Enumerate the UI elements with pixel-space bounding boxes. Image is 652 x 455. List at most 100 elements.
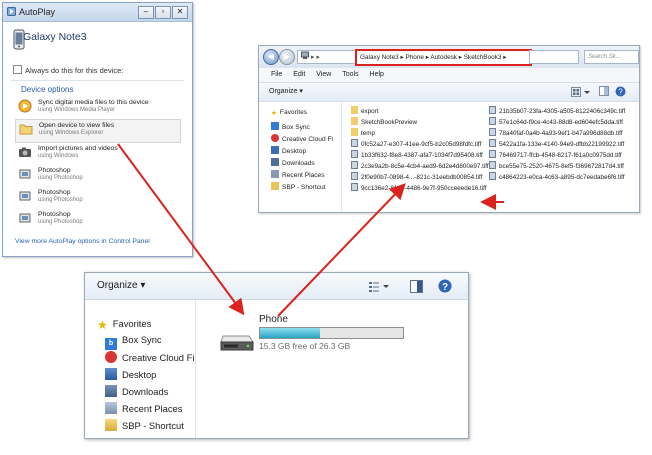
- folder-icon: [105, 419, 117, 431]
- list-item[interactable]: 21b35b07-23fa-4305-a505-8122406c349c.tif…: [489, 106, 625, 115]
- nav-box-sync[interactable]: Box Sync: [271, 122, 310, 131]
- menu-view[interactable]: View: [316, 71, 331, 78]
- tiff-file-icon: [351, 172, 358, 180]
- menu-tools[interactable]: Tools: [342, 71, 358, 78]
- nav-label: Box Sync: [282, 124, 310, 131]
- list-item[interactable]: 2c3e9a2b-8c5e-4cb4-aed9-6d2e4d800e97.tif…: [351, 161, 489, 170]
- menu-bar: File Edit View Tools Help: [259, 68, 639, 82]
- file-name: 1b33f632-f8e8-4387-afa7-1034f7d95408.tif…: [361, 152, 483, 159]
- help-icon[interactable]: ?: [615, 86, 626, 97]
- list-item[interactable]: 2f0e90b7-0898-4...-821c-31eebdb00854.tif…: [351, 172, 482, 181]
- svg-text:?: ?: [618, 88, 623, 97]
- nav-label: Downloads: [282, 160, 315, 167]
- tiff-file-icon: [489, 161, 496, 169]
- explorer-window-sketchbook: ◀ ▶ ▸ ▸ Galaxy Note3 ▸ Phone ▸ Autodesk …: [258, 45, 640, 213]
- nav-sbp-shortcut[interactable]: SBP - Shortcut: [105, 419, 184, 431]
- list-item[interactable]: bce55e75-2520-4675-8ef5-f369672817d4.tif…: [489, 161, 624, 170]
- list-item[interactable]: SketchBookPreview: [351, 117, 417, 126]
- option-photoshop-2[interactable]: Photoshop using Photoshop: [15, 187, 179, 209]
- nav-downloads[interactable]: Downloads: [271, 158, 315, 167]
- list-item[interactable]: 57e1c64d-f9ce-4c43-88d8-ed604efc5dda.tif…: [489, 117, 623, 126]
- organize-label: Organize: [97, 280, 138, 291]
- nav-recent-places[interactable]: Recent Places: [105, 402, 182, 414]
- view-options-icon[interactable]: [368, 281, 390, 292]
- option-label: Sync digital media files to this device: [38, 99, 149, 106]
- list-item[interactable]: export: [351, 106, 379, 115]
- box-icon: [271, 122, 279, 130]
- option-photoshop-3[interactable]: Photoshop using Photoshop: [15, 209, 179, 231]
- nav-downloads[interactable]: Downloads: [105, 385, 168, 397]
- list-item[interactable]: 1b33f632-f8e8-4387-afa7-1034f7d95408.tif…: [351, 150, 483, 159]
- portable-drive-icon[interactable]: [219, 330, 255, 352]
- option-photoshop-1[interactable]: Photoshop using Photoshop: [15, 165, 179, 187]
- close-button[interactable]: ✕: [172, 6, 188, 19]
- autoplay-app-icon: [7, 7, 16, 16]
- list-item[interactable]: c4864223-e0ca-4c63-a895-dc7eedabe6f6.tif…: [489, 172, 625, 181]
- explorer-toolbar: Organize ▾ ?: [259, 82, 639, 102]
- nav-creative-cloud[interactable]: Creative Cloud Fi: [271, 134, 333, 143]
- option-sublabel: using Photoshop: [38, 175, 83, 181]
- option-import-pictures[interactable]: Import pictures and videos using Windows: [15, 143, 179, 165]
- desktop-icon: [105, 368, 117, 380]
- always-do-this-checkbox[interactable]: Always do this for this device:: [13, 65, 123, 75]
- nav-label: Recent Places: [122, 403, 183, 414]
- address-bar-dropdown[interactable]: [529, 50, 579, 64]
- folder-icon: [351, 128, 358, 136]
- menu-edit[interactable]: Edit: [293, 71, 305, 78]
- option-label: Photoshop: [38, 167, 71, 174]
- address-bar-prefix[interactable]: ▸ ▸: [297, 50, 359, 64]
- back-button[interactable]: ◀: [263, 49, 279, 65]
- tiff-file-icon: [489, 117, 496, 125]
- preview-pane-icon[interactable]: [410, 280, 423, 293]
- nav-desktop[interactable]: Desktop: [105, 368, 156, 380]
- option-open-device[interactable]: Open device to view files using Windows …: [15, 119, 181, 143]
- file-name: 0fc52a27-e307-41ee-9cf5-b2c05d98fdfc.tif…: [361, 141, 482, 148]
- preview-pane-icon[interactable]: [599, 86, 609, 96]
- view-options-icon[interactable]: [571, 87, 593, 97]
- list-item[interactable]: 5422a1fa-133e-4140-94e9-dfbb22199922.tif…: [489, 139, 624, 148]
- control-panel-link[interactable]: View more AutoPlay options in Control Pa…: [15, 238, 150, 245]
- nav-creative-cloud[interactable]: Creative Cloud Fi: [105, 351, 194, 363]
- organize-button[interactable]: Organize ▾: [97, 273, 145, 299]
- menu-help[interactable]: Help: [370, 71, 384, 78]
- navigation-bar: ◀ ▶ ▸ ▸ Galaxy Note3 ▸ Phone ▸ Autodesk …: [259, 46, 639, 69]
- forward-button[interactable]: ▶: [279, 49, 295, 65]
- nav-recent-places[interactable]: Recent Places: [271, 170, 325, 179]
- device-options-heading: Device options: [21, 85, 74, 94]
- list-item[interactable]: temp: [351, 128, 375, 137]
- checkbox-box[interactable]: [13, 65, 22, 74]
- menu-file[interactable]: File: [271, 71, 282, 78]
- option-sublabel: using Photoshop: [38, 219, 83, 225]
- list-item[interactable]: 78a40faf-0a4b-4a93-9ef1-b47a996d88db.tif…: [489, 128, 622, 137]
- explorer-toolbar: Organize ▾ ?: [85, 273, 468, 300]
- drive-name[interactable]: Phone: [259, 314, 288, 325]
- nav-sbp-shortcut[interactable]: SBP - Shortcut: [271, 182, 326, 191]
- creative-cloud-icon: [271, 134, 279, 142]
- nav-box-sync[interactable]: b Box Sync: [105, 334, 162, 350]
- nav-favorites[interactable]: ★ Favorites: [271, 109, 307, 117]
- nav-desktop[interactable]: Desktop: [271, 146, 306, 155]
- minimize-button[interactable]: –: [138, 6, 154, 19]
- tiff-file-icon: [489, 139, 496, 147]
- option-sync-media[interactable]: Sync digital media files to this device …: [15, 97, 179, 119]
- list-item[interactable]: 0fc52a27-e307-41ee-9cf5-b2c05d98fdfc.tif…: [351, 139, 481, 148]
- maximize-button[interactable]: ▫: [155, 6, 171, 19]
- list-item[interactable]: 9cc136e2-81d0-4486-9e7f-950cceeede16.tif…: [351, 183, 487, 192]
- nav-label: Favorites: [279, 109, 308, 116]
- file-name: 76469717-ffcb-4548-8217-f61a0c0975dd.tif…: [499, 152, 622, 159]
- list-item[interactable]: 76469717-ffcb-4548-8217-f61a0c0975dd.tif…: [489, 150, 622, 159]
- help-icon[interactable]: ?: [438, 279, 452, 293]
- file-name: 21b35b07-23fa-4305-a505-8122406c349c.tif…: [499, 108, 626, 115]
- photoshop-icon: [19, 169, 31, 179]
- nav-favorites[interactable]: ★ Favorites: [97, 318, 151, 332]
- explorer-window-computer: Organize ▾ ? ★ Favorites b Box Sync Creati…: [84, 272, 469, 439]
- file-name: SketchBookPreview: [361, 119, 417, 126]
- tiff-file-icon: [489, 150, 496, 158]
- search-box[interactable]: Search Sk...: [584, 50, 639, 64]
- address-bar-path[interactable]: Galaxy Note3 ▸ Phone ▸ Autodesk ▸ Sketch…: [355, 49, 532, 66]
- folder-icon: [351, 117, 358, 125]
- option-label: Photoshop: [38, 189, 71, 196]
- nav-label: Downloads: [122, 386, 169, 397]
- photoshop-icon: [19, 191, 31, 201]
- organize-button[interactable]: Organize ▾: [269, 88, 303, 95]
